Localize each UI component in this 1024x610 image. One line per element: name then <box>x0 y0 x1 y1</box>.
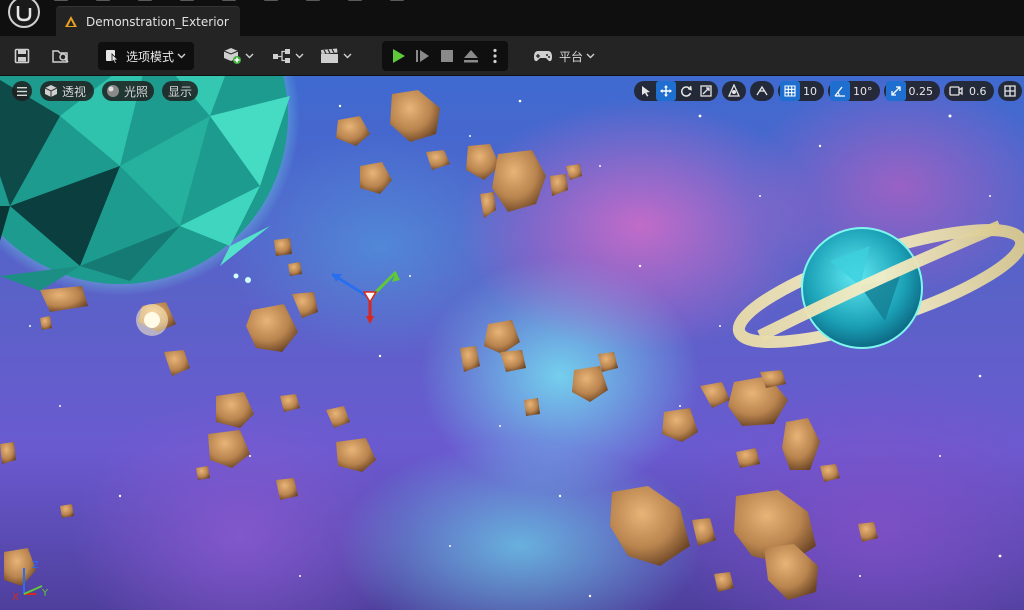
viewport-transform-toolbar: 10 10° 0.25 0.6 <box>634 81 1022 101</box>
platforms-label: 平台 <box>558 49 583 64</box>
main-menu[interactable] <box>54 0 404 2</box>
viewport-menu-button[interactable] <box>12 81 32 101</box>
lit-sphere-icon <box>107 85 119 97</box>
level-viewport[interactable]: 透视 光照 显示 10 10° 0.25 0.6 Z X Y <box>0 76 1024 610</box>
show-flags-button[interactable]: 显示 <box>162 81 198 101</box>
rotation-snap-group: 10° <box>828 81 880 101</box>
viewport-layout-group <box>997 81 1022 101</box>
rotation-snap-value[interactable]: 10° <box>850 85 878 98</box>
scale-arrow-icon <box>890 86 901 96</box>
save-icon <box>14 48 30 64</box>
ringed-planet[interactable] <box>729 208 1024 364</box>
scale-tool-button[interactable] <box>696 81 716 101</box>
play-options-button[interactable] <box>486 42 504 70</box>
chevron-down-icon <box>586 53 595 59</box>
perspective-label: 透视 <box>62 84 87 99</box>
scale-snap-group: 0.25 <box>883 81 940 101</box>
grid-snap-value[interactable]: 10 <box>800 85 822 98</box>
folder-search-icon <box>52 50 69 63</box>
viewport-layout-button[interactable] <box>1000 81 1020 101</box>
selection-mode-label: 选项模式 <box>126 49 175 64</box>
angle-icon <box>834 86 845 97</box>
chevron-down-icon <box>343 53 352 59</box>
scale-snap-toggle[interactable] <box>885 81 906 101</box>
level-tab-label: Demonstration_Exterior <box>86 15 229 29</box>
translate-tool-button[interactable] <box>656 81 676 101</box>
surface-snap-button[interactable] <box>752 81 772 101</box>
cursor-icon <box>106 50 119 64</box>
cinematics-dropdown[interactable] <box>318 42 354 70</box>
camera-speed-value[interactable]: 0.6 <box>966 85 992 98</box>
globe-icon <box>727 84 741 97</box>
platforms-dropdown[interactable]: 平台 <box>532 42 596 70</box>
camera-icon <box>949 86 963 96</box>
unreal-logo-icon[interactable] <box>4 0 44 30</box>
world-axis-indicator: Z X Y <box>12 560 49 603</box>
eject-icon <box>464 50 478 63</box>
camera-speed-button[interactable] <box>946 81 966 101</box>
transform-mode-group <box>634 81 718 101</box>
step-icon <box>416 50 429 62</box>
play-controls <box>382 41 508 71</box>
move-arrows-icon <box>660 85 672 97</box>
grid-snap-group: 10 <box>778 81 824 101</box>
scale-snap-value[interactable]: 0.25 <box>906 85 939 98</box>
camera-speed-group[interactable]: 0.6 <box>944 81 994 101</box>
surface-snap-icon <box>756 85 768 96</box>
gamepad-icon <box>533 51 552 62</box>
layout-grid-icon <box>1003 85 1016 97</box>
play-icon <box>393 49 405 63</box>
transform-gizmo[interactable] <box>331 270 400 324</box>
surface-snapping-toggle[interactable] <box>750 81 774 101</box>
chevron-down-icon <box>177 53 186 59</box>
cube-icon <box>44 85 58 97</box>
save-button[interactable] <box>10 42 34 70</box>
content-browser-button[interactable] <box>48 42 74 70</box>
world-space-button[interactable] <box>724 81 744 101</box>
show-label: 显示 <box>167 84 192 99</box>
rotate-icon <box>681 85 692 97</box>
axis-y-label: Y <box>41 588 49 599</box>
level-icon <box>65 16 77 27</box>
scale-icon <box>700 85 712 97</box>
grid-snap-toggle[interactable] <box>780 81 800 101</box>
grid-icon <box>784 85 796 97</box>
lit-label: 光照 <box>124 84 149 99</box>
frame-advance-button[interactable] <box>412 42 434 70</box>
add-actor-dropdown[interactable] <box>220 42 256 70</box>
title-bar: Demonstration_Exterior <box>0 0 1024 36</box>
large-planet[interactable] <box>0 76 300 296</box>
axis-z-label: Z <box>32 560 39 571</box>
axis-x-label: X <box>12 592 19 603</box>
hamburger-menu-icon <box>17 86 27 96</box>
chevron-down-icon <box>245 53 254 59</box>
chevron-down-icon <box>295 53 304 59</box>
perspective-view-button[interactable]: 透视 <box>40 81 94 101</box>
lit-mode-button[interactable]: 光照 <box>102 81 154 101</box>
add-cube-icon <box>223 48 241 64</box>
scene-render <box>0 76 1024 600</box>
rotation-snap-toggle[interactable] <box>830 81 850 101</box>
stop-button[interactable] <box>436 42 458 70</box>
selection-mode-dropdown[interactable]: 选项模式 <box>98 42 194 70</box>
select-tool-button[interactable] <box>636 81 656 101</box>
blueprint-icon <box>273 49 290 63</box>
blueprints-dropdown[interactable] <box>270 42 306 70</box>
main-toolbar: 选项模式 平台 <box>0 36 1024 76</box>
clapper-icon <box>321 48 338 63</box>
stop-icon <box>441 50 453 62</box>
level-tab[interactable]: Demonstration_Exterior <box>56 6 240 36</box>
more-vertical-icon <box>493 48 497 64</box>
arrow-cursor-icon <box>642 86 650 97</box>
rotate-tool-button[interactable] <box>676 81 696 101</box>
coordinate-space-toggle[interactable] <box>722 81 746 101</box>
eject-button[interactable] <box>460 42 482 70</box>
play-button[interactable] <box>388 42 410 70</box>
